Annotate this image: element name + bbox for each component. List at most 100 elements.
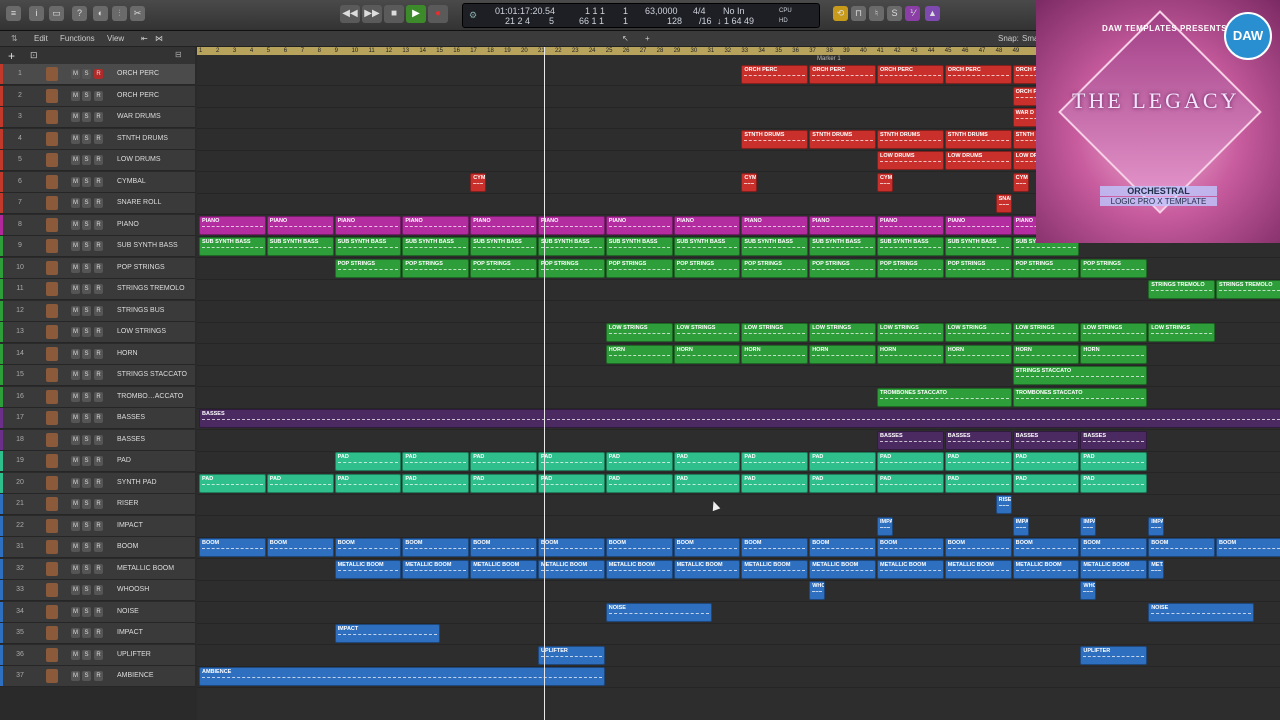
record-enable-button[interactable]: R [94, 542, 103, 552]
record-enable-button[interactable]: R [94, 456, 103, 466]
region[interactable]: BOOM [877, 538, 944, 557]
region[interactable]: METALLIC BOOM [877, 559, 944, 579]
region[interactable]: STNTH DRUMS [944, 129, 1012, 149]
region[interactable]: POP STRINGS [605, 258, 673, 278]
region[interactable]: POP STRINGS [334, 258, 402, 278]
info-icon[interactable]: i [29, 6, 44, 21]
region[interactable]: SUB SYNTH BASS [741, 237, 809, 256]
track-header[interactable]: 19 M S R PAD [0, 451, 195, 472]
region[interactable]: PAD [334, 473, 402, 493]
region[interactable]: PAD [741, 452, 809, 471]
region[interactable]: HORN [1080, 344, 1148, 364]
region[interactable]: HORN [809, 344, 876, 364]
flex-icon[interactable]: ⋈ [155, 31, 163, 46]
mute-button[interactable]: M [71, 176, 80, 187]
region[interactable]: POP STRINGS [741, 258, 809, 278]
cycle-icon[interactable]: ⟲ [833, 6, 848, 21]
region[interactable]: BASSES [877, 430, 944, 450]
solo-button[interactable]: S [82, 456, 91, 466]
region[interactable]: TROMBONES STACCATO [877, 387, 1012, 407]
track-name[interactable]: TROMBO…ACCATO [117, 393, 183, 400]
solo-button[interactable]: S [82, 327, 91, 337]
record-enable-button[interactable]: R [94, 649, 103, 660]
metronome-icon[interactable]: ▲ [925, 6, 940, 21]
region[interactable]: IMPACT [334, 624, 441, 643]
region[interactable]: METALLIC BOOM [605, 559, 673, 579]
region[interactable]: SUB SYNTH BASS [402, 237, 470, 256]
solo-button[interactable]: S [82, 585, 91, 595]
region[interactable]: META [1148, 559, 1165, 579]
region[interactable]: UPLIFTER [1080, 645, 1148, 665]
track-name[interactable]: SNARE ROLL [117, 199, 161, 206]
region[interactable]: BASSES [199, 409, 1280, 428]
region[interactable]: POP STRINGS [673, 258, 741, 278]
region[interactable]: CYM [741, 172, 758, 192]
solo-button[interactable]: S [82, 628, 91, 638]
record-enable-button[interactable]: R [94, 563, 103, 574]
solo-button[interactable]: S [82, 563, 91, 574]
record-enable-button[interactable]: R [94, 219, 103, 230]
region[interactable]: BOOM [673, 538, 741, 557]
record-enable-button[interactable]: R [94, 370, 103, 380]
region[interactable]: LOW STRINGS [741, 323, 809, 342]
region[interactable]: HORN [741, 344, 809, 364]
record-enable-button[interactable]: R [94, 69, 103, 79]
track-header[interactable]: 14 M S R HORN [0, 343, 195, 365]
region[interactable]: PIANO [402, 215, 470, 235]
track-name[interactable]: HORN [117, 350, 138, 357]
region[interactable]: PIANO [944, 215, 1012, 235]
region[interactable]: PAD [402, 452, 470, 471]
region[interactable]: PAD [334, 452, 402, 471]
track-header[interactable]: 10 M S R POP STRINGS [0, 257, 195, 279]
track-header[interactable]: 34 M S R NOISE [0, 601, 195, 623]
region[interactable]: PAD [199, 473, 266, 493]
region[interactable]: METALLIC BOOM [538, 559, 605, 579]
functions-menu[interactable]: Functions [60, 31, 95, 46]
solo-button[interactable]: S [82, 241, 91, 251]
region[interactable]: PAD [470, 473, 537, 493]
track-header[interactable]: 18 M S R BASSES [0, 429, 195, 451]
mute-button[interactable]: M [71, 434, 80, 445]
record-enable-button[interactable]: R [94, 284, 103, 294]
track-header[interactable]: 4 M S R STNTH DRUMS [0, 128, 195, 150]
region[interactable]: PAD [944, 452, 1012, 471]
region[interactable]: WHOO [1080, 581, 1097, 600]
track-lane[interactable] [197, 580, 1280, 602]
region[interactable]: POP STRINGS [1080, 258, 1148, 278]
mute-button[interactable]: M [71, 542, 80, 552]
region[interactable]: PIANO [334, 215, 402, 235]
track-header[interactable]: 9 M S R SUB SYNTH BASS [0, 236, 195, 257]
stop-button[interactable]: ■ [384, 5, 404, 23]
region[interactable]: PAD [605, 473, 673, 493]
region[interactable]: METALLIC BOOM [1012, 559, 1080, 579]
region[interactable]: SUB SYNTH BASS [809, 237, 876, 256]
region[interactable]: LOW STRINGS [809, 323, 876, 342]
track-header[interactable]: 15 M S R STRINGS STACCATO [0, 365, 195, 386]
solo-button[interactable]: S [82, 198, 91, 208]
track-header[interactable]: 8 M S R PIANO [0, 214, 195, 236]
track-header[interactable]: 17 M S R BASSES [0, 408, 195, 429]
solo-button[interactable]: S [82, 284, 91, 294]
smart-controls-icon[interactable]: ◐ [93, 6, 108, 21]
region[interactable]: PAD [673, 473, 741, 493]
region[interactable]: PAD [944, 473, 1012, 493]
lcd-display[interactable]: ⚙ 01:01:17:20.54 21 2 4 5 1 1 1 1 66 1 1… [462, 3, 820, 28]
mute-button[interactable]: M [71, 370, 80, 380]
track-name[interactable]: POP STRINGS [117, 264, 165, 271]
region[interactable]: BOOM [944, 538, 1012, 557]
region[interactable]: PAD [1012, 473, 1080, 493]
track-name[interactable]: PIANO [117, 221, 139, 228]
region[interactable]: SUB SYNTH BASS [266, 237, 334, 256]
mute-button[interactable]: M [71, 499, 80, 509]
region[interactable]: LOW STRINGS [673, 323, 741, 342]
mute-button[interactable]: M [71, 90, 80, 101]
mute-button[interactable]: M [71, 628, 80, 638]
region[interactable]: POP STRINGS [538, 258, 605, 278]
record-enable-button[interactable]: R [94, 434, 103, 445]
region[interactable]: ORCH PERC [741, 65, 809, 84]
mute-button[interactable]: M [71, 413, 80, 423]
mute-button[interactable]: M [71, 241, 80, 251]
region[interactable]: SUB SYNTH BASS [199, 237, 266, 256]
track-name[interactable]: STRINGS BUS [117, 307, 164, 314]
region[interactable]: NOISE [1148, 602, 1254, 622]
